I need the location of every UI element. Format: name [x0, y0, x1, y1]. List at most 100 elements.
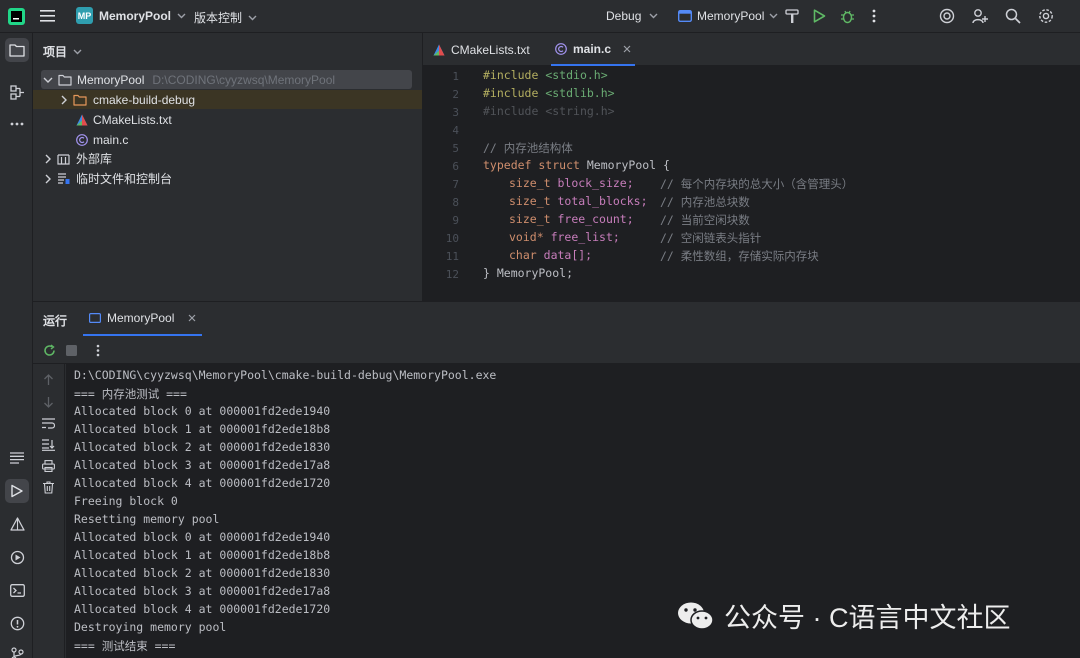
cmake-tool-button[interactable] [5, 512, 29, 536]
field-token: total_blocks; [557, 194, 648, 208]
more-vertical-icon[interactable] [96, 344, 100, 357]
field-token: data[]; [543, 248, 593, 262]
console-line: Allocated block 3 at 000001fd2ede17a8 [74, 584, 331, 598]
arrow-up-icon[interactable] [43, 374, 54, 386]
rerun-icon[interactable] [43, 344, 56, 357]
services-tool-button[interactable] [5, 545, 29, 569]
list-icon [10, 452, 24, 464]
search-icon[interactable] [1005, 8, 1021, 24]
tree-item-main-c[interactable]: main.c [76, 130, 128, 149]
type-token: size_t [509, 212, 551, 226]
code-line-7: size_t block_size; [509, 176, 634, 190]
structure-tool-button[interactable] [5, 80, 29, 104]
console-line: Allocated block 4 at 000001fd2ede1720 [74, 602, 331, 616]
cmake-triangle-icon [9, 517, 25, 531]
vcs-menu[interactable]: 版本控制 [194, 9, 257, 26]
main-menu-icon[interactable] [40, 9, 55, 23]
code-area[interactable]: #include <stdio.h> #include <stdlib.h> #… [423, 66, 1080, 301]
soft-wrap-icon[interactable] [42, 418, 55, 429]
arrow-down-icon[interactable] [43, 396, 54, 408]
watermark-text: 公众号 · C语言中文社区 [724, 603, 1011, 633]
tree-item-label: 临时文件和控制台 [76, 172, 173, 186]
vcs-tool-button[interactable] [5, 642, 29, 658]
c-file-icon [76, 133, 88, 146]
root-folder-name: MemoryPool [77, 72, 145, 87]
console-line: === 测试结束 === [74, 639, 176, 653]
code-token: MemoryPool { [579, 158, 670, 172]
field-token: free_count; [557, 212, 634, 226]
tree-item-label: 外部库 [76, 152, 113, 166]
tree-item-root[interactable]: MemoryPool D:\CODING\cyyzwsq\MemoryPool [43, 70, 335, 89]
run-target-label: MemoryPool [697, 9, 765, 23]
stop-icon[interactable] [66, 345, 77, 356]
todo-tool-button[interactable] [5, 446, 29, 470]
chevron-right-icon [61, 95, 67, 105]
app-logo-icon[interactable] [8, 8, 25, 25]
build-hammer-icon[interactable] [785, 9, 799, 24]
title-bar: MP MemoryPool 版本控制 Debug MemoryPool [0, 0, 1080, 33]
watermark: 公众号 · C语言中文社区 [676, 596, 1011, 635]
cmake-file-icon [433, 44, 445, 56]
close-icon[interactable] [623, 45, 631, 53]
preprocessor-token: #include [483, 86, 539, 100]
tool-window-strip [0, 33, 33, 658]
run-toolbar [33, 338, 1080, 364]
print-icon[interactable] [42, 460, 55, 472]
problems-icon [10, 616, 25, 631]
editor-tabs: CMakeLists.txt main.c [423, 33, 1080, 66]
preprocessor-token: #include [483, 68, 539, 82]
include-path: <string.h> [545, 104, 615, 118]
tab-label: main.c [573, 41, 612, 56]
run-target-selector[interactable]: MemoryPool [678, 9, 778, 23]
chevron-right-icon [45, 174, 51, 184]
problems-tool-button[interactable] [5, 611, 29, 635]
more-vertical-icon[interactable] [872, 9, 876, 23]
folder-icon [58, 74, 72, 86]
ai-assistant-icon[interactable] [939, 8, 955, 24]
keyword-token: typedef struct [483, 158, 580, 172]
type-token: void* [509, 230, 544, 244]
more-horizontal-icon [10, 122, 24, 126]
project-panel-header[interactable]: 项目 [43, 43, 82, 60]
run-tab-memorypool[interactable]: MemoryPool [83, 302, 203, 336]
scroll-to-end-icon[interactable] [42, 439, 55, 451]
close-icon[interactable] [188, 314, 196, 322]
root-folder-path: D:\CODING\cyyzwsq\MemoryPool [152, 72, 336, 87]
console-line: Allocated block 2 at 000001fd2ede1830 [74, 566, 331, 580]
tree-item-cmake-build-debug[interactable]: cmake-build-debug [61, 90, 195, 109]
tree-item-label: main.c [93, 132, 129, 147]
project-switcher[interactable]: MP MemoryPool [76, 7, 186, 24]
more-tools-button[interactable] [5, 112, 29, 136]
tree-item-label: cmake-build-debug [93, 92, 196, 107]
settings-gear-icon[interactable] [1038, 8, 1054, 24]
run-tool-button[interactable] [5, 479, 29, 503]
run-panel-title: 运行 [43, 314, 68, 328]
console-line: Allocated block 1 at 000001fd2ede18b8 [74, 548, 331, 562]
tree-item-cmakelists[interactable]: CMakeLists.txt [76, 110, 172, 129]
tab-cmakelists[interactable]: CMakeLists.txt [433, 33, 530, 66]
project-panel: 项目 MemoryPool D:\CODING\cyyzwsq\MemoryPo… [33, 33, 422, 301]
run-config-selector[interactable]: Debug [606, 9, 658, 23]
window-icon [678, 10, 692, 22]
console-line: Resetting memory pool [74, 512, 220, 526]
chevron-down-icon [43, 77, 53, 83]
trash-icon[interactable] [43, 481, 54, 494]
console-line: Allocated block 0 at 000001fd2ede1940 [74, 530, 331, 544]
tree-item-external-libraries[interactable]: 外部库 [45, 149, 112, 168]
project-tool-button[interactable] [5, 38, 29, 62]
type-token: char [509, 248, 537, 262]
tab-main-c[interactable]: main.c [551, 33, 636, 66]
include-path: <stdio.h> [545, 68, 608, 82]
excluded-folder-icon [73, 94, 87, 106]
code-line-5: // 内存池结构体 [483, 141, 573, 155]
add-user-icon[interactable] [972, 8, 988, 24]
tree-item-scratches[interactable]: 临时文件和控制台 [45, 169, 172, 188]
terminal-tool-button[interactable] [5, 578, 29, 602]
run-side-toolbar [33, 364, 65, 658]
console-line: === 内存池测试 === [74, 387, 187, 401]
debug-bug-icon[interactable] [840, 9, 855, 24]
code-comment-7: // 每个内存块的总大小（含管理头） [660, 177, 854, 191]
preprocessor-token: #include [483, 104, 539, 118]
run-icon[interactable] [813, 9, 826, 23]
field-token: free_list; [550, 230, 620, 244]
